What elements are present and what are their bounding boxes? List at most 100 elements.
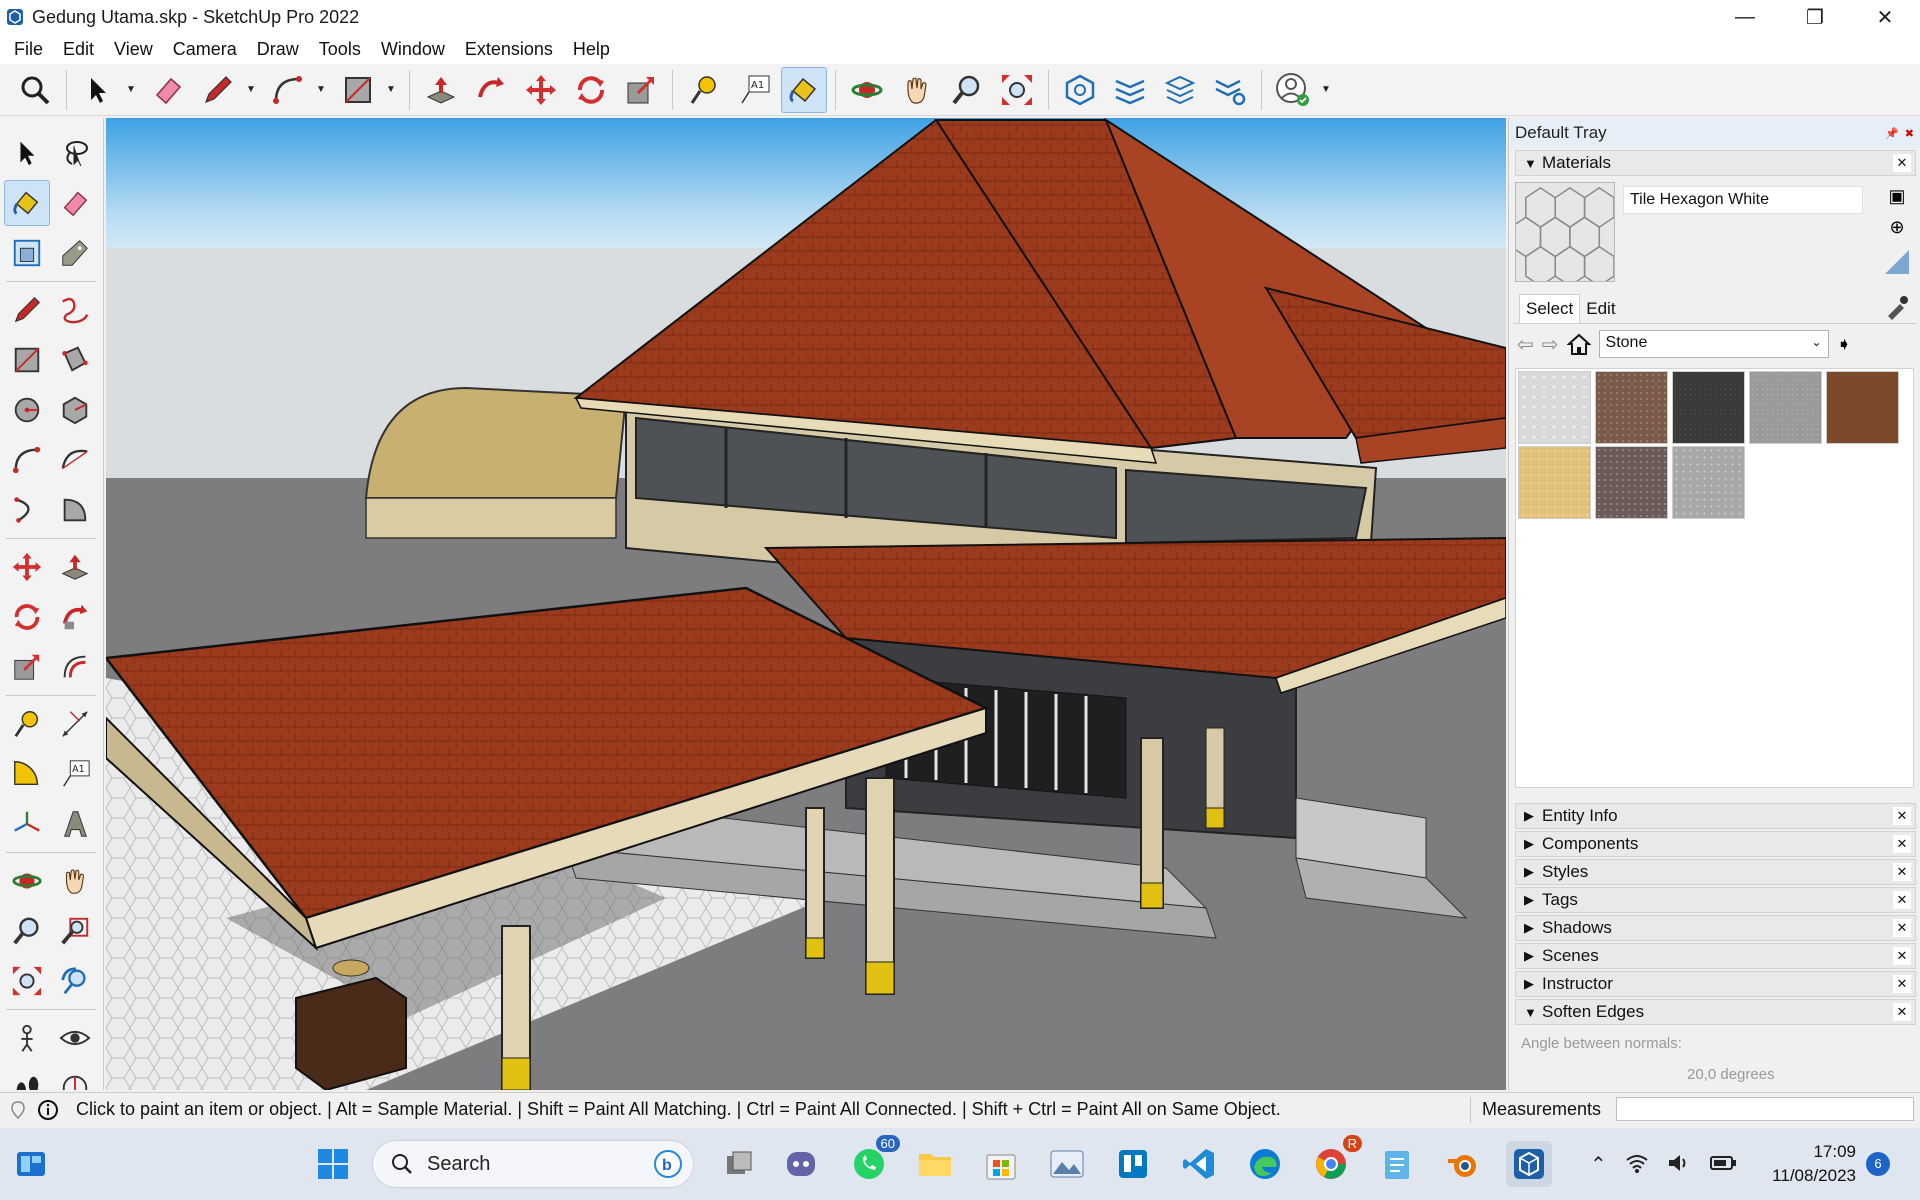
dimension-icon[interactable] [52,701,98,747]
bing-icon[interactable]: b [653,1149,683,1185]
arc-icon[interactable] [4,437,50,483]
axes-icon[interactable] [4,801,50,847]
tags-panel-header[interactable]: ▶ Tags ✕ [1515,887,1916,913]
rectangle-icon[interactable] [335,67,381,113]
text-label-icon[interactable]: A1 [731,67,777,113]
microsoft-store-icon[interactable] [978,1141,1024,1187]
select-arrow-icon[interactable] [75,67,121,113]
pencil-line-icon[interactable] [4,287,50,333]
notification-count-badge[interactable]: 6 [1866,1152,1890,1176]
orbit-icon[interactable] [4,858,50,904]
tab-edit[interactable]: Edit [1580,295,1621,323]
material-name-field[interactable]: Tile Hexagon White [1623,186,1863,214]
menu-file[interactable]: File [4,34,53,64]
swatch-granite-light[interactable] [1672,446,1745,519]
swatch-granite-mixed[interactable] [1595,446,1668,519]
profile-account-icon[interactable] [1270,67,1316,113]
swatch-granite-brown[interactable] [1595,371,1668,444]
rectangle-icon[interactable] [4,337,50,383]
zoom-icon[interactable] [944,67,990,113]
notepad-icon[interactable] [1374,1141,1420,1187]
two-point-arc-icon[interactable] [52,437,98,483]
pan-hand-icon[interactable] [894,67,940,113]
default-material-icon[interactable] [1883,248,1911,276]
tape-measure-icon[interactable] [4,701,50,747]
push-pull-icon[interactable] [52,544,98,590]
text-label-icon[interactable]: A1 [52,751,98,797]
menu-tools[interactable]: Tools [309,34,371,64]
styles-panel-header[interactable]: ▶ Styles ✕ [1515,859,1916,885]
whatsapp-icon[interactable]: 60 [846,1135,900,1187]
close-icon[interactable]: ✕ [1893,863,1911,881]
zoom-window-icon[interactable] [52,908,98,954]
zoom-extents-icon[interactable] [4,958,50,1004]
look-around-eye-icon[interactable] [52,1015,98,1061]
forward-arrow-icon[interactable]: ⇨ [1542,332,1559,357]
taskbar-clock[interactable]: 17:09 11/08/2023 [1756,1140,1856,1188]
details-menu-icon[interactable]: ➧ [1837,334,1852,355]
line-dropdown-chevron-icon[interactable]: ▼ [243,67,259,113]
create-material-icon[interactable]: ▣ [1888,186,1905,207]
eraser-icon[interactable] [52,180,98,226]
rotate-icon[interactable] [4,594,50,640]
info-icon[interactable] [36,1098,60,1122]
arc-icon[interactable] [265,67,311,113]
teams-chat-icon[interactable] [778,1141,824,1187]
sandbox-icon[interactable] [1107,67,1153,113]
components-panel-header[interactable]: ▶ Components ✕ [1515,831,1916,857]
pie-icon[interactable] [52,487,98,533]
swatch-marble-white[interactable] [1518,371,1591,444]
close-icon[interactable]: ✕ [1893,1003,1911,1021]
chrome-browser-icon[interactable]: R [1308,1135,1362,1187]
task-view-icon[interactable] [716,1141,762,1187]
walk-footprints-icon[interactable] [4,1065,50,1090]
close-icon[interactable]: ✕ [1893,919,1911,937]
trello-icon[interactable] [1110,1141,1156,1187]
paint-bucket-icon[interactable] [781,66,827,113]
widgets-icon[interactable] [8,1141,54,1187]
close-icon[interactable]: ✕ [1893,835,1911,853]
blender-icon[interactable] [1440,1141,1486,1187]
model-viewport[interactable] [106,118,1506,1090]
zoom-extents-icon[interactable] [994,67,1040,113]
menu-window[interactable]: Window [371,34,455,64]
swatch-sandstone[interactable] [1518,446,1591,519]
pin-icon[interactable]: 📌 [1885,127,1899,140]
menu-view[interactable]: View [104,34,163,64]
select-arrow-icon[interactable] [4,130,50,176]
volume-icon[interactable] [1667,1152,1691,1174]
wifi-icon[interactable] [1625,1152,1649,1174]
taskbar-search-box[interactable]: Search b [372,1140,694,1188]
arc-dropdown-chevron-icon[interactable]: ▼ [313,67,329,113]
three-point-arc-icon[interactable] [4,487,50,533]
freehand-icon[interactable] [52,287,98,333]
tab-select[interactable]: Select [1519,294,1581,323]
swatch-granite-dark[interactable] [1672,371,1745,444]
layers-icon[interactable] [1157,67,1203,113]
protractor-icon[interactable] [4,751,50,797]
scale-icon[interactable] [4,644,50,690]
profile-dropdown-chevron-icon[interactable]: ▼ [1318,67,1334,113]
orbit-icon[interactable] [844,67,890,113]
scenes-panel-header[interactable]: ▶ Scenes ✕ [1515,943,1916,969]
close-icon[interactable]: ✕ [1893,807,1911,825]
polygon-icon[interactable] [52,387,98,433]
materials-panel-header[interactable]: ▼ Materials ✕ [1515,150,1916,176]
3d-text-icon[interactable] [52,801,98,847]
battery-icon[interactable] [1709,1152,1737,1174]
start-windows-icon[interactable] [310,1141,356,1187]
close-icon[interactable]: ✕ [1893,891,1911,909]
soften-edges-panel-header[interactable]: ▼ Soften Edges ✕ [1515,999,1916,1025]
geo-location-icon[interactable] [6,1098,30,1122]
shape-dropdown-chevron-icon[interactable]: ▼ [383,67,399,113]
lasso-icon[interactable] [52,130,98,176]
sketchup-taskbar-icon[interactable] [1506,1141,1552,1187]
shadows-panel-header[interactable]: ▶ Shadows ✕ [1515,915,1916,941]
material-preview-swatch[interactable] [1515,182,1615,282]
pencil-line-icon[interactable] [195,67,241,113]
position-camera-icon[interactable] [4,1015,50,1061]
search-zoom-icon[interactable] [12,67,58,113]
file-explorer-icon[interactable] [912,1141,958,1187]
menu-help[interactable]: Help [563,34,620,64]
home-icon[interactable] [1566,332,1591,356]
